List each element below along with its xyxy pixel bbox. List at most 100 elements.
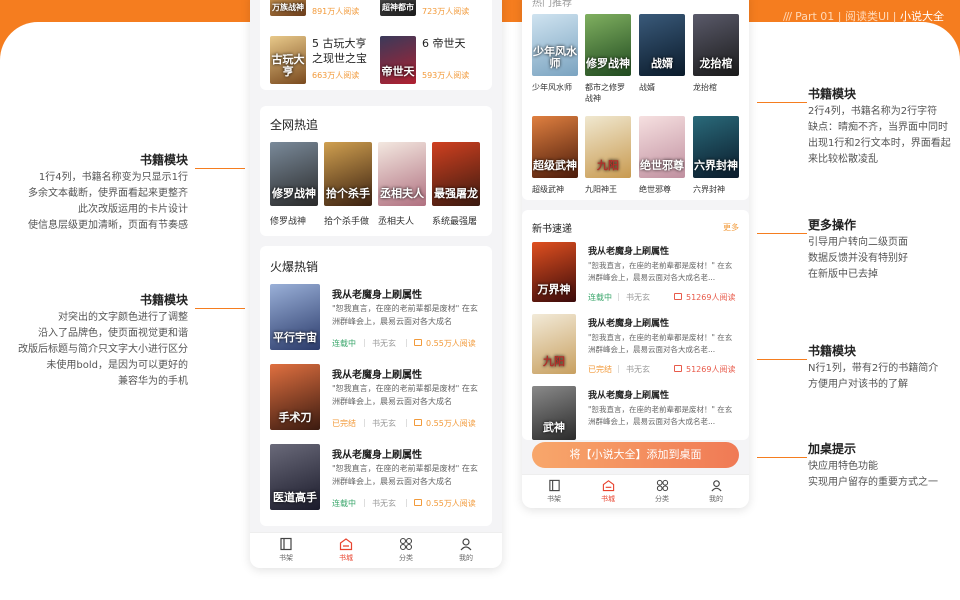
- book-cover[interactable]: 武神: [532, 386, 576, 440]
- store-icon: [602, 480, 614, 492]
- book-cover[interactable]: 修罗战神: [270, 142, 318, 206]
- read-count: 0.55万人阅读: [426, 499, 476, 508]
- tab-bookshelf[interactable]: 书架: [534, 479, 574, 504]
- divider: [364, 339, 365, 347]
- tab-category[interactable]: 分类: [642, 479, 682, 504]
- book-cover[interactable]: 平行宇宙: [270, 284, 320, 350]
- book-status: 连载中: [332, 499, 356, 508]
- add-to-desktop-button[interactable]: 将【小说大全】添加到桌面: [532, 442, 739, 468]
- tab-label: 书城: [339, 554, 353, 562]
- divider: [618, 293, 619, 301]
- read-count: 663万人阅读: [312, 71, 360, 80]
- annotation-line: 对突出的文字颜色进行了调整: [58, 312, 188, 323]
- book-title[interactable]: 我从老魔身上刷属性: [332, 286, 422, 301]
- book-cover[interactable]: 修罗战神: [585, 14, 631, 76]
- book-cover[interactable]: 超级武神: [532, 116, 578, 178]
- read-count: 0.55万人阅读: [426, 419, 476, 428]
- book-open-icon: [414, 339, 422, 346]
- tab-category[interactable]: 分类: [386, 537, 426, 563]
- book-cover[interactable]: 九阳: [532, 314, 576, 374]
- book-cover[interactable]: 最强屠龙: [432, 142, 480, 206]
- page-header: ///Part 01 | 阅读类UI | 小说大全: [783, 8, 944, 24]
- book-name[interactable]: 丞相夫人: [378, 214, 414, 227]
- book-title[interactable]: 我从老魔身上刷属性: [332, 446, 422, 461]
- annotation-title: 更多操作: [808, 218, 857, 232]
- book-cover[interactable]: 古玩大亨: [270, 36, 306, 84]
- phone-screen-old: 万族战神 891万人阅读 超神都市 723万人阅读 古玩大亨 5 古玩大亨之现世…: [250, 0, 502, 568]
- divider: [618, 365, 619, 373]
- annotation-left-1: 书籍模块 1行4列，书籍名称变为只显示1行 多余文本截断，使界面看起来更整齐 此…: [20, 152, 188, 234]
- rank-title[interactable]: 5 古玩大亨之现世之宝: [312, 36, 376, 66]
- hot-card: 全网热追 修罗战神 修罗战神 拾个杀手 拾个杀手做 丞相夫人 丞相夫人 最强屠龙…: [260, 106, 492, 236]
- bookshelf-icon: [548, 479, 560, 492]
- book-cover[interactable]: 手术刀: [270, 364, 320, 430]
- book-cover[interactable]: 万族战神: [270, 0, 306, 16]
- divider: [364, 499, 365, 507]
- book-title[interactable]: 我从老魔身上刷属性: [332, 366, 422, 381]
- book-name[interactable]: 龙抬棺: [693, 82, 717, 93]
- read-count: 51269人阅读: [686, 365, 736, 374]
- divider: [406, 419, 407, 427]
- book-cover[interactable]: 丞相夫人: [378, 142, 426, 206]
- book-name[interactable]: 少年风水师: [532, 82, 572, 93]
- slashes-decor: ///: [782, 10, 792, 23]
- annotation-right-2: 更多操作 引导用户转向二级页面 数据反馈并没有特别好 在新版中已去掉: [808, 217, 956, 283]
- annotation-line: 来比较松散凌乱: [808, 154, 878, 165]
- book-cover[interactable]: 绝世邪尊: [639, 116, 685, 178]
- tab-label: 我的: [459, 554, 473, 562]
- annotation-line: 出现1行和2行文本时，界面看起: [808, 138, 951, 149]
- annotation-connector: [757, 457, 807, 458]
- recommend-card: 热门推荐 少年风水师 少年风水师 修罗战神 都市之修罗战神 战婿 战婿 龙抬棺 …: [522, 0, 749, 200]
- annotation-line: 2行4列，书籍名称为2行字符: [808, 106, 938, 117]
- annotation-line: 实现用户留存的重要方式之一: [808, 477, 938, 488]
- book-title[interactable]: 我从老魔身上刷属性: [588, 388, 669, 401]
- annotation-line: 多余文本截断，使界面看起来更整齐: [28, 188, 188, 199]
- book-cover[interactable]: 帝世天: [380, 36, 416, 84]
- book-status: 已完结: [332, 419, 356, 428]
- more-link[interactable]: 更多: [723, 222, 739, 233]
- book-cover[interactable]: 六界封神: [693, 116, 739, 178]
- tab-label: 书架: [279, 554, 293, 562]
- phone-screen-new: 热门推荐 少年风水师 少年风水师 修罗战神 都市之修罗战神 战婿 战婿 龙抬棺 …: [522, 0, 749, 508]
- book-name[interactable]: 战婿: [639, 82, 655, 93]
- annotation-connector: [757, 359, 807, 360]
- book-cover[interactable]: 超神都市: [380, 0, 416, 16]
- book-cover[interactable]: 少年风水师: [532, 14, 578, 76]
- book-cover[interactable]: 万界神: [532, 242, 576, 302]
- book-name[interactable]: 九阳神王: [585, 184, 617, 195]
- annotation-line: 引导用户转向二级页面: [808, 237, 908, 248]
- book-cover[interactable]: 拾个杀手: [324, 142, 372, 206]
- tab-bookshelf[interactable]: 书架: [266, 537, 306, 563]
- book-name[interactable]: 系统最强屠: [432, 214, 477, 227]
- book-name[interactable]: 修罗战神: [270, 214, 306, 227]
- tab-mine[interactable]: 我的: [446, 537, 486, 563]
- book-name[interactable]: 都市之修罗战神: [585, 82, 631, 104]
- book-open-icon: [414, 419, 422, 426]
- book-cover[interactable]: 九阳: [585, 116, 631, 178]
- tab-mine[interactable]: 我的: [696, 479, 736, 504]
- tab-bar: 书架 书城 分类 我的: [522, 474, 749, 508]
- book-author: 书无玄: [372, 339, 396, 348]
- book-cover[interactable]: 医道高手: [270, 444, 320, 510]
- book-status: 连载中: [588, 293, 612, 302]
- annotation-line: 改版后标题与简介只文字大小进行区分: [18, 344, 188, 355]
- book-name[interactable]: 超级武神: [532, 184, 564, 195]
- annotation-line: 数据反馈并没有特别好: [808, 253, 908, 264]
- annotation-title: 书籍模块: [139, 293, 188, 307]
- header-app: 小说大全: [900, 10, 944, 23]
- divider: [406, 499, 407, 507]
- rank-title[interactable]: 6 帝世天: [422, 36, 488, 51]
- book-title[interactable]: 我从老魔身上刷属性: [588, 244, 669, 257]
- read-count: 723万人阅读: [422, 7, 470, 16]
- book-name[interactable]: 六界封神: [693, 184, 725, 195]
- new-books-card: 新书速递 更多 万界神 我从老魔身上刷属性 "恕我直言，在座的老前辈都是废材！"…: [522, 210, 749, 440]
- tab-bookstore[interactable]: 书城: [326, 537, 366, 563]
- book-cover[interactable]: 龙抬棺: [693, 14, 739, 76]
- book-name[interactable]: 绝世邪尊: [639, 184, 671, 195]
- book-cover[interactable]: 战婿: [639, 14, 685, 76]
- book-desc: "恕我直言，在座的老前辈都是废材" 在玄洲群峰会上，晨易云面对各大成名: [332, 464, 478, 486]
- section-title: 新书速递: [532, 224, 572, 235]
- book-title[interactable]: 我从老魔身上刷属性: [588, 316, 669, 329]
- tab-bookstore[interactable]: 书城: [588, 479, 628, 504]
- book-name[interactable]: 拾个杀手做: [324, 214, 369, 227]
